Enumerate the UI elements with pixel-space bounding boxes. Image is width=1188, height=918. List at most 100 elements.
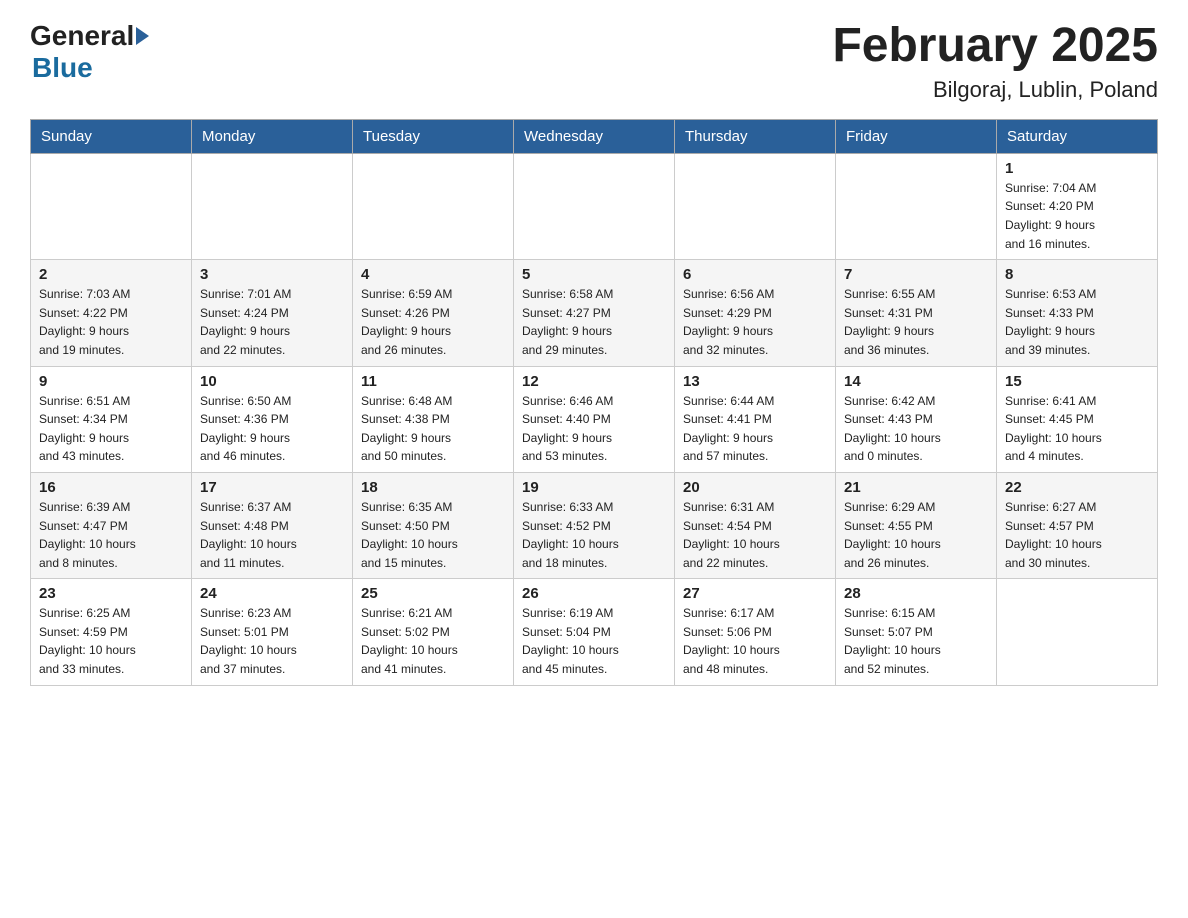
calendar-cell: 23 Sunrise: 6:25 AM Sunset: 4:59 PM Dayli…: [31, 579, 192, 685]
day-number: 17: [200, 479, 344, 496]
day-number: 23: [39, 585, 183, 602]
day-info: Sunrise: 6:58 AM Sunset: 4:27 PM Dayligh…: [522, 285, 666, 359]
day-number: 15: [1005, 373, 1149, 390]
day-info: Sunrise: 6:46 AM Sunset: 4:40 PM Dayligh…: [522, 392, 666, 466]
column-header-wednesday: Wednesday: [514, 119, 675, 153]
calendar-cell: 26 Sunrise: 6:19 AM Sunset: 5:04 PM Dayli…: [514, 579, 675, 685]
column-header-friday: Friday: [836, 119, 997, 153]
day-info: Sunrise: 6:44 AM Sunset: 4:41 PM Dayligh…: [683, 392, 827, 466]
day-info: Sunrise: 6:55 AM Sunset: 4:31 PM Dayligh…: [844, 285, 988, 359]
day-number: 1: [1005, 160, 1149, 177]
day-number: 18: [361, 479, 505, 496]
calendar-header-row: SundayMondayTuesdayWednesdayThursdayFrid…: [31, 119, 1158, 153]
calendar-cell: 15 Sunrise: 6:41 AM Sunset: 4:45 PM Dayli…: [997, 366, 1158, 472]
column-header-saturday: Saturday: [997, 119, 1158, 153]
calendar-cell: [997, 579, 1158, 685]
day-info: Sunrise: 6:27 AM Sunset: 4:57 PM Dayligh…: [1005, 498, 1149, 572]
day-info: Sunrise: 6:37 AM Sunset: 4:48 PM Dayligh…: [200, 498, 344, 572]
calendar-cell: 17 Sunrise: 6:37 AM Sunset: 4:48 PM Dayli…: [192, 472, 353, 578]
day-info: Sunrise: 6:31 AM Sunset: 4:54 PM Dayligh…: [683, 498, 827, 572]
day-info: Sunrise: 6:56 AM Sunset: 4:29 PM Dayligh…: [683, 285, 827, 359]
calendar-cell: [836, 153, 997, 259]
day-number: 9: [39, 373, 183, 390]
day-number: 5: [522, 266, 666, 283]
day-info: Sunrise: 6:42 AM Sunset: 4:43 PM Dayligh…: [844, 392, 988, 466]
week-row-2: 2Sunrise: 7:03 AM Sunset: 4:22 PM Daylig…: [31, 260, 1158, 366]
calendar-cell: [192, 153, 353, 259]
calendar-cell: 21 Sunrise: 6:29 AM Sunset: 4:55 PM Dayli…: [836, 472, 997, 578]
day-number: 11: [361, 373, 505, 390]
calendar-cell: 12 Sunrise: 6:46 AM Sunset: 4:40 PM Dayli…: [514, 366, 675, 472]
day-info: Sunrise: 6:50 AM Sunset: 4:36 PM Dayligh…: [200, 392, 344, 466]
day-info: Sunrise: 7:03 AM Sunset: 4:22 PM Dayligh…: [39, 285, 183, 359]
column-header-tuesday: Tuesday: [353, 119, 514, 153]
day-number: 13: [683, 373, 827, 390]
page-title: February 2025: [832, 20, 1158, 73]
day-info: Sunrise: 6:35 AM Sunset: 4:50 PM Dayligh…: [361, 498, 505, 572]
day-number: 6: [683, 266, 827, 283]
calendar-cell: 14 Sunrise: 6:42 AM Sunset: 4:43 PM Dayli…: [836, 366, 997, 472]
column-header-sunday: Sunday: [31, 119, 192, 153]
calendar-cell: 1 Sunrise: 7:04 AM Sunset: 4:20 PM Daylig…: [997, 153, 1158, 259]
calendar-cell: 4 Sunrise: 6:59 AM Sunset: 4:26 PM Daylig…: [353, 260, 514, 366]
day-info: Sunrise: 6:51 AM Sunset: 4:34 PM Dayligh…: [39, 392, 183, 466]
column-header-thursday: Thursday: [675, 119, 836, 153]
calendar-cell: 11 Sunrise: 6:48 AM Sunset: 4:38 PM Dayli…: [353, 366, 514, 472]
day-number: 27: [683, 585, 827, 602]
calendar-cell: 18 Sunrise: 6:35 AM Sunset: 4:50 PM Dayli…: [353, 472, 514, 578]
day-number: 22: [1005, 479, 1149, 496]
calendar-cell: 28Sunrise: 6:15 AM Sunset: 5:07 PM Dayli…: [836, 579, 997, 685]
day-number: 14: [844, 373, 988, 390]
calendar-cell: [31, 153, 192, 259]
day-info: Sunrise: 6:41 AM Sunset: 4:45 PM Dayligh…: [1005, 392, 1149, 466]
week-row-5: 23 Sunrise: 6:25 AM Sunset: 4:59 PM Dayli…: [31, 579, 1158, 685]
day-number: 21: [844, 479, 988, 496]
day-info: Sunrise: 6:19 AM Sunset: 5:04 PM Dayligh…: [522, 604, 666, 678]
day-number: 12: [522, 373, 666, 390]
logo: General Blue: [30, 20, 149, 84]
week-row-3: 9 Sunrise: 6:51 AM Sunset: 4:34 PM Daylig…: [31, 366, 1158, 472]
day-number: 4: [361, 266, 505, 283]
calendar-cell: 20 Sunrise: 6:31 AM Sunset: 4:54 PM Dayli…: [675, 472, 836, 578]
calendar-cell: 22 Sunrise: 6:27 AM Sunset: 4:57 PM Dayli…: [997, 472, 1158, 578]
day-info: Sunrise: 6:21 AM Sunset: 5:02 PM Dayligh…: [361, 604, 505, 678]
day-info: Sunrise: 6:25 AM Sunset: 4:59 PM Dayligh…: [39, 604, 183, 678]
day-number: 19: [522, 479, 666, 496]
logo-general-text: General: [30, 20, 134, 52]
day-number: 20: [683, 479, 827, 496]
calendar-cell: 6 Sunrise: 6:56 AM Sunset: 4:29 PM Daylig…: [675, 260, 836, 366]
day-number: 16: [39, 479, 183, 496]
column-header-monday: Monday: [192, 119, 353, 153]
day-info: Sunrise: 6:39 AM Sunset: 4:47 PM Dayligh…: [39, 498, 183, 572]
day-info: Sunrise: 6:29 AM Sunset: 4:55 PM Dayligh…: [844, 498, 988, 572]
title-block: February 2025 Bilgoraj, Lublin, Poland: [832, 20, 1158, 103]
day-number: 3: [200, 266, 344, 283]
day-number: 7: [844, 266, 988, 283]
day-info: Sunrise: 6:48 AM Sunset: 4:38 PM Dayligh…: [361, 392, 505, 466]
calendar-cell: 8 Sunrise: 6:53 AM Sunset: 4:33 PM Daylig…: [997, 260, 1158, 366]
calendar-cell: 10Sunrise: 6:50 AM Sunset: 4:36 PM Dayli…: [192, 366, 353, 472]
calendar-cell: 25 Sunrise: 6:21 AM Sunset: 5:02 PM Dayli…: [353, 579, 514, 685]
day-info: Sunrise: 6:53 AM Sunset: 4:33 PM Dayligh…: [1005, 285, 1149, 359]
page-subtitle: Bilgoraj, Lublin, Poland: [832, 77, 1158, 103]
day-number: 26: [522, 585, 666, 602]
day-info: Sunrise: 6:33 AM Sunset: 4:52 PM Dayligh…: [522, 498, 666, 572]
day-info: Sunrise: 7:04 AM Sunset: 4:20 PM Dayligh…: [1005, 179, 1149, 253]
calendar-cell: 19 Sunrise: 6:33 AM Sunset: 4:52 PM Dayli…: [514, 472, 675, 578]
page-header: General Blue February 2025 Bilgoraj, Lub…: [30, 20, 1158, 103]
day-info: Sunrise: 6:23 AM Sunset: 5:01 PM Dayligh…: [200, 604, 344, 678]
calendar-cell: 24Sunrise: 6:23 AM Sunset: 5:01 PM Dayli…: [192, 579, 353, 685]
calendar-cell: [514, 153, 675, 259]
calendar-table: SundayMondayTuesdayWednesdayThursdayFrid…: [30, 119, 1158, 686]
day-info: Sunrise: 6:17 AM Sunset: 5:06 PM Dayligh…: [683, 604, 827, 678]
day-number: 25: [361, 585, 505, 602]
day-info: Sunrise: 6:59 AM Sunset: 4:26 PM Dayligh…: [361, 285, 505, 359]
day-info: Sunrise: 7:01 AM Sunset: 4:24 PM Dayligh…: [200, 285, 344, 359]
day-info: Sunrise: 6:15 AM Sunset: 5:07 PM Dayligh…: [844, 604, 988, 678]
calendar-cell: [353, 153, 514, 259]
calendar-cell: 2Sunrise: 7:03 AM Sunset: 4:22 PM Daylig…: [31, 260, 192, 366]
day-number: 8: [1005, 266, 1149, 283]
logo-blue-text: Blue: [32, 52, 93, 84]
week-row-4: 16 Sunrise: 6:39 AM Sunset: 4:47 PM Dayli…: [31, 472, 1158, 578]
calendar-cell: 13 Sunrise: 6:44 AM Sunset: 4:41 PM Dayli…: [675, 366, 836, 472]
